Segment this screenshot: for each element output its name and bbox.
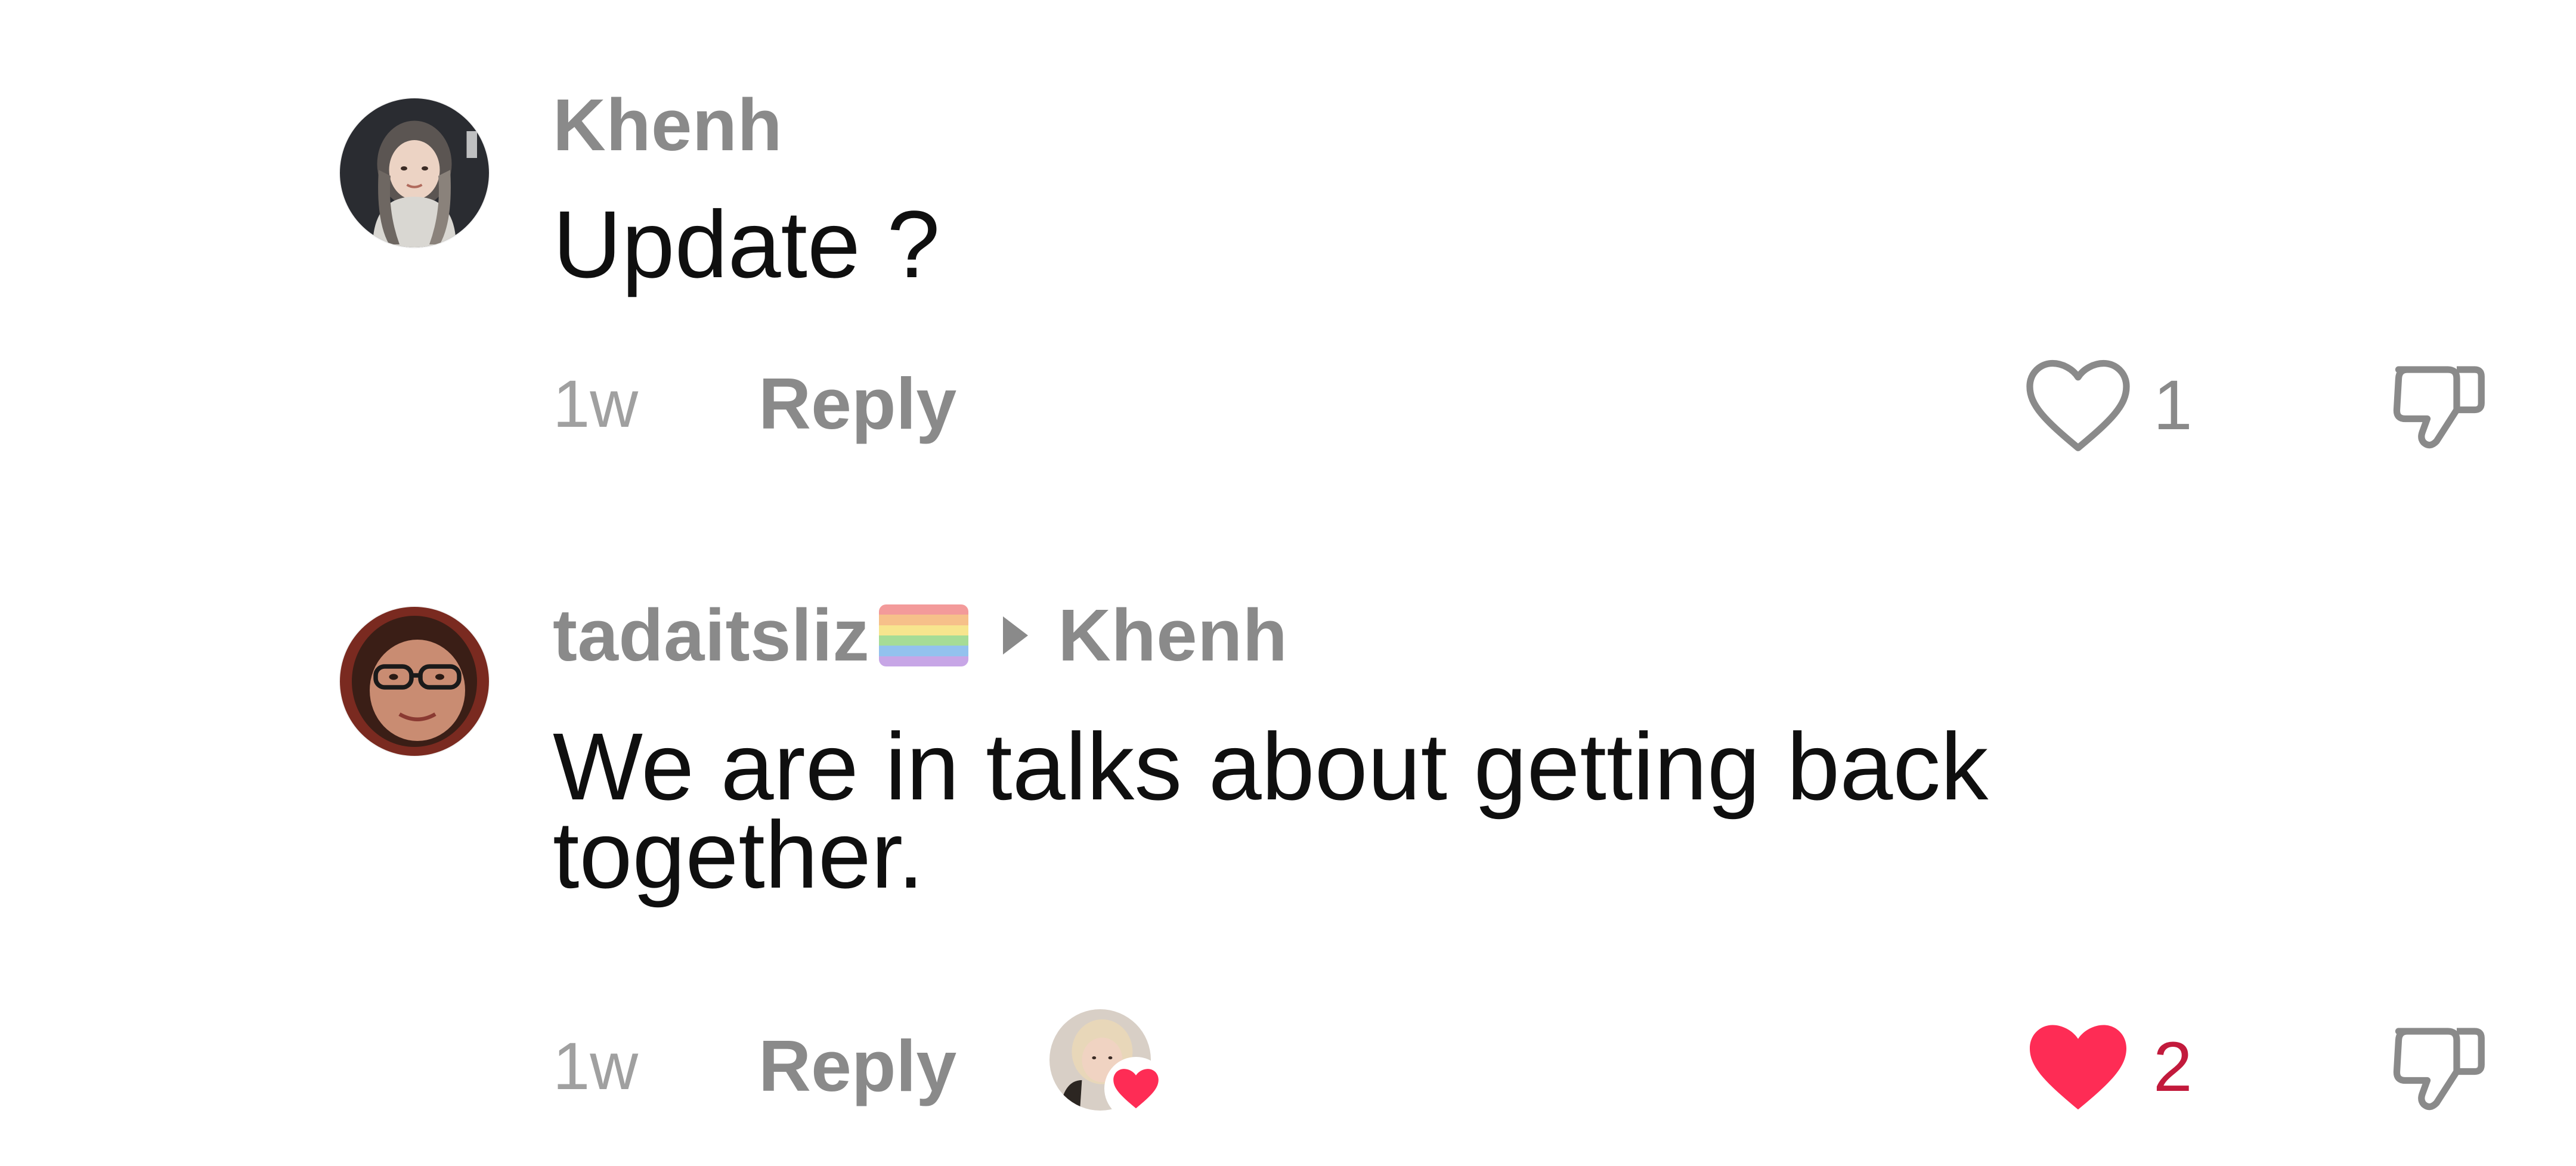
- heart-filled-icon: [2030, 1025, 2126, 1110]
- comment-username-row: Khenh: [553, 83, 782, 167]
- comment-text: We are in talks about getting back toget…: [553, 713, 1989, 908]
- user-avatar-icon: [340, 607, 489, 756]
- liked-by-creator-badge: [1049, 1009, 1169, 1120]
- commenter-avatar[interactable]: [340, 98, 489, 247]
- thumbs-down-icon: [2393, 1028, 2485, 1111]
- commenter-avatar[interactable]: [340, 607, 489, 756]
- reply-button[interactable]: Reply: [758, 362, 956, 445]
- dislike-button[interactable]: [2385, 1013, 2493, 1121]
- comment-meta-row: 1w Reply: [553, 1018, 956, 1114]
- comment-meta-row: 1w Reply: [553, 356, 956, 451]
- like-count: 1: [2153, 366, 2193, 445]
- heart-badge-icon: [1104, 1057, 1168, 1120]
- comment-timestamp: 1w: [553, 366, 639, 441]
- reply-to-arrow-icon: [1003, 616, 1029, 655]
- like-count: 2: [2153, 1028, 2193, 1106]
- like-button[interactable]: 1: [2024, 352, 2193, 459]
- comment-username[interactable]: tadaitsliz: [553, 594, 869, 678]
- dislike-button[interactable]: [2385, 352, 2493, 459]
- rainbow-flag-icon: [879, 604, 969, 666]
- reply-button[interactable]: Reply: [758, 1024, 956, 1108]
- comment-username-row: tadaitsliz Khenh: [553, 594, 1287, 677]
- heart-outline-icon: [2026, 359, 2130, 451]
- user-avatar-icon: [340, 98, 489, 247]
- comment-text: Update ?: [553, 191, 940, 297]
- comment-username[interactable]: Khenh: [553, 83, 782, 168]
- reply-to-username[interactable]: Khenh: [1058, 594, 1287, 678]
- comment-timestamp: 1w: [553, 1028, 639, 1103]
- like-button[interactable]: 2: [2024, 1013, 2193, 1121]
- thumbs-down-icon: [2393, 366, 2485, 449]
